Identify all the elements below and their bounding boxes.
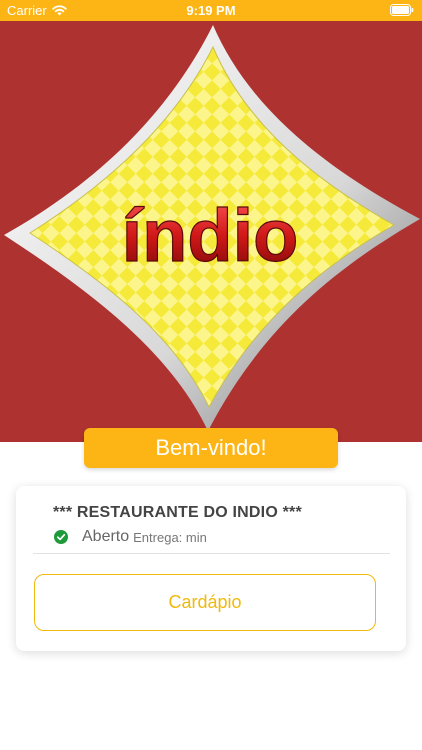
restaurant-info-card: *** RESTAURANTE DO INDIO *** Aberto Entr… <box>16 486 406 651</box>
clock: 9:19 PM <box>186 3 236 18</box>
battery-icon <box>390 4 414 16</box>
logo-text: índio <box>122 194 299 277</box>
menu-button[interactable]: Cardápio <box>34 574 376 631</box>
welcome-banner: Bem-vindo! <box>84 428 338 468</box>
open-status-label: Aberto <box>82 528 130 545</box>
restaurant-logo: índio <box>4 25 420 431</box>
hero-banner: índio <box>0 21 422 442</box>
delivery-time-label: Entrega: min <box>133 529 207 545</box>
status-bar: Carrier 9:19 PM <box>0 0 422 21</box>
divider <box>33 553 390 554</box>
opening-status-row: Aberto Entrega: min <box>54 528 207 546</box>
restaurant-name: *** RESTAURANTE DO INDIO *** <box>53 504 302 521</box>
check-circle-icon <box>54 530 68 544</box>
